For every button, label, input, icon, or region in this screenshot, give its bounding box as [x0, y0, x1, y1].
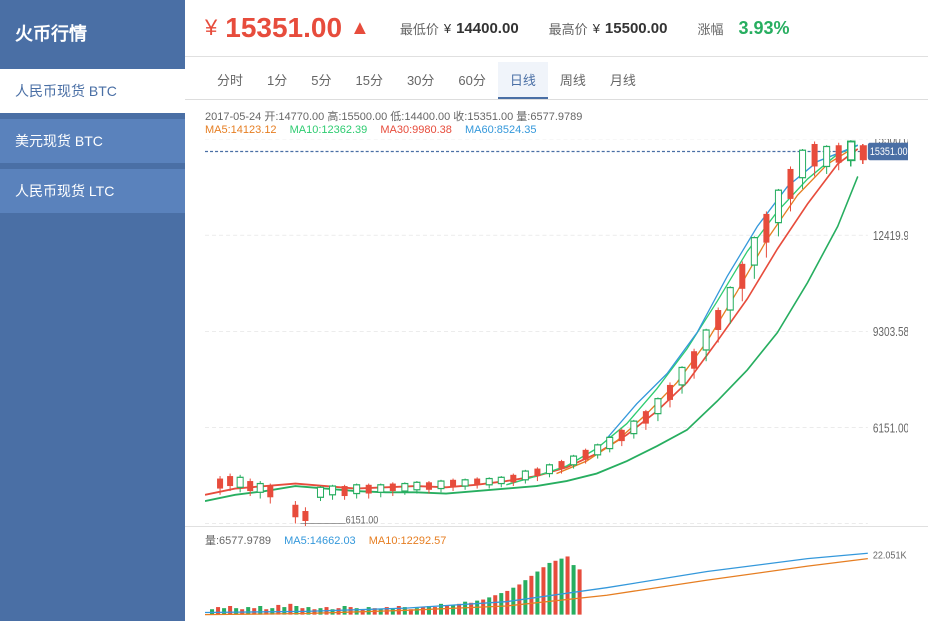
candlestick-svg: 15500.00 12419.91 9303.58 6151.00 15351.…	[205, 139, 908, 526]
min-currency: ¥	[444, 21, 451, 36]
tab-bar: 分时 1分 5分 15分 30分 60分 日线 周线 月线	[185, 57, 928, 100]
svg-text:6151.00: 6151.00	[873, 422, 908, 435]
chart-date-info: 2017-05-24 开:14770.00 高:15500.00 低:14400…	[205, 111, 582, 123]
sidebar-title: 火币行情	[0, 10, 185, 66]
svg-text:22.051K: 22.051K	[873, 550, 907, 560]
svg-text:9303.58: 9303.58	[873, 326, 908, 339]
tab-30min[interactable]: 30分	[395, 62, 446, 99]
max-price-info: 最高价 ¥ 15500.00	[549, 19, 668, 38]
volume-svg: 22.051K	[205, 550, 908, 620]
chart-info-bar: 2017-05-24 开:14770.00 高:15500.00 低:14400…	[185, 105, 928, 139]
volume-label-bar: 量:6577.9789 MA5:14662.03 MA10:12292.57	[205, 532, 908, 548]
volume-ma10-label: MA10:12292.57	[369, 535, 447, 547]
min-price-info: 最低价 ¥ 14400.00	[400, 19, 519, 38]
tab-5min[interactable]: 5分	[299, 62, 343, 99]
tab-daily[interactable]: 日线	[498, 62, 548, 99]
price-arrow-up-icon: ▲	[350, 17, 370, 40]
tab-monthly[interactable]: 月线	[598, 62, 648, 99]
ma10-label: MA10:12362.39	[290, 124, 368, 136]
tab-15min[interactable]: 15分	[343, 62, 394, 99]
main-price: 15351.00	[225, 12, 342, 44]
price-main: ¥ 15351.00 ▲	[205, 12, 370, 44]
max-price-value: 15500.00	[605, 20, 668, 37]
ma5-label: MA5:14123.12	[205, 124, 277, 136]
min-price-label: 最低价	[400, 19, 439, 38]
change-label: 涨幅	[698, 19, 724, 38]
sidebar-item-usd-btc[interactable]: 美元现货 BTC	[0, 119, 185, 163]
sidebar: 火币行情 人民币现货 BTC 美元现货 BTC 人民币现货 LTC	[0, 0, 185, 621]
sidebar-item-cny-btc[interactable]: 人民币现货 BTC	[0, 69, 185, 113]
volume-area: 量:6577.9789 MA5:14662.03 MA10:12292.57 2…	[185, 526, 928, 616]
tab-60min[interactable]: 60分	[446, 62, 497, 99]
app-container: 火币行情 人民币现货 BTC 美元现货 BTC 人民币现货 LTC ¥ 1535…	[0, 0, 928, 621]
main-content: ¥ 15351.00 ▲ 最低价 ¥ 14400.00 最高价 ¥ 15500.…	[185, 0, 928, 621]
svg-text:6151.00: 6151.00	[346, 515, 379, 526]
change-pct-info: 涨幅 3.93%	[698, 18, 790, 39]
chart-area: 2017-05-24 开:14770.00 高:15500.00 低:14400…	[185, 100, 928, 621]
tab-1min[interactable]: 1分	[255, 62, 299, 99]
svg-text:12419.91: 12419.91	[873, 230, 908, 243]
min-price-value: 14400.00	[456, 20, 519, 37]
candlestick-chart: 15500.00 12419.91 9303.58 6151.00 15351.…	[185, 139, 928, 526]
sidebar-item-cny-ltc[interactable]: 人民币现货 LTC	[0, 169, 185, 213]
svg-text:15351.00: 15351.00	[870, 146, 908, 158]
ma60-label: MA60:8524.35	[465, 124, 537, 136]
tab-fenshi[interactable]: 分时	[205, 62, 255, 99]
tab-weekly[interactable]: 周线	[548, 62, 598, 99]
currency-symbol: ¥	[205, 15, 217, 41]
header-bar: ¥ 15351.00 ▲ 最低价 ¥ 14400.00 最高价 ¥ 15500.…	[185, 0, 928, 57]
volume-ma5-label: MA5:14662.03	[284, 535, 356, 547]
max-price-label: 最高价	[549, 19, 588, 38]
ma30-label: MA30:9980.38	[380, 124, 452, 136]
max-currency: ¥	[593, 21, 600, 36]
volume-qty-label: 量:6577.9789	[205, 535, 271, 547]
change-pct-value: 3.93%	[739, 18, 790, 39]
